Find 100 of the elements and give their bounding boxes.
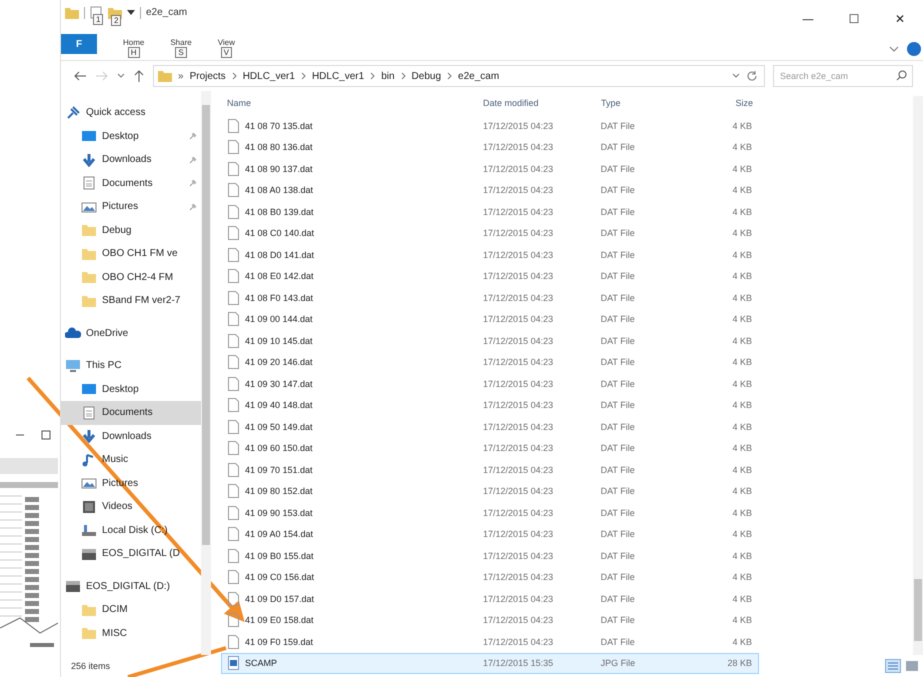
chevron-icon[interactable]	[447, 72, 452, 80]
nav-item[interactable]: Music	[61, 448, 201, 472]
file-row[interactable]: 41 09 20 146.dat 17/12/2015 04:23 DAT File 4 KB	[221, 352, 759, 373]
file-row[interactable]: 41 09 60 150.dat 17/12/2015 04:23 DAT File 4 KB	[221, 438, 759, 459]
file-row[interactable]: 41 09 D0 157.dat 17/12/2015 04:23 DAT File 4 KB	[221, 588, 759, 610]
table-cell-text: 4 KB	[731, 250, 753, 260]
file-row[interactable]: 41 08 70 135.dat 17/12/2015 04:23 DAT File 4 KB	[221, 115, 759, 136]
nav-item[interactable]: Pictures	[61, 195, 201, 218]
overflow-chevron[interactable]: »	[178, 70, 184, 82]
nav-item[interactable]: Documents	[61, 172, 201, 195]
close-button[interactable]: ✕	[877, 6, 923, 32]
file-row[interactable]: 41 09 E0 158.dat 17/12/2015 04:23 DAT File 4 KB	[221, 610, 759, 631]
chevron-icon[interactable]	[232, 72, 237, 80]
nav-item[interactable]: Downloads	[61, 424, 201, 448]
breadcrumb[interactable]: Debug	[412, 70, 442, 82]
ribbon-tab[interactable]: View	[218, 38, 235, 47]
keytip: 1	[93, 14, 104, 25]
file-icon	[228, 441, 239, 456]
file-row[interactable]: 41 09 00 144.dat 17/12/2015 04:23 DAT File 4 KB	[221, 308, 759, 330]
nav-item[interactable]: Debug	[61, 218, 201, 242]
breadcrumb[interactable]: HDLC_ver1	[312, 70, 364, 82]
file-row[interactable]: 41 08 B0 139.dat 17/12/2015 04:23 DAT File 4 KB	[221, 201, 759, 222]
nav-item[interactable]: DCIM	[61, 598, 201, 622]
table-cell-text: 4 KB	[731, 400, 753, 410]
file-row[interactable]: 41 08 E0 142.dat 17/12/2015 04:23 DAT File 4 KB	[221, 266, 759, 287]
file-row[interactable]: 41 09 B0 155.dat 17/12/2015 04:23 DAT File 4 KB	[221, 545, 759, 566]
chevron-icon[interactable]	[400, 72, 406, 80]
chevron-icon[interactable]	[370, 72, 376, 80]
table-cell-text: DAT File	[600, 636, 636, 647]
back-icon[interactable]	[73, 70, 87, 82]
folder-icon	[81, 602, 97, 617]
scrollbar[interactable]	[201, 91, 211, 655]
help-icon[interactable]	[907, 42, 921, 56]
file-row[interactable]: 41 08 F0 143.dat 17/12/2015 04:23 DAT File 4 KB	[221, 287, 759, 308]
maximize-button[interactable]: ☐	[831, 6, 877, 32]
file-row[interactable]: 41 08 C0 140.dat 17/12/2015 04:23 DAT File 4 KB	[221, 222, 759, 244]
file-row[interactable]: 41 08 D0 141.dat 17/12/2015 04:23 DAT File 4 KB	[221, 244, 759, 266]
details-view-icon[interactable]	[885, 659, 901, 673]
file-name: 41 08 E0 142.dat	[245, 271, 314, 282]
table-cell-text: DAT File	[600, 206, 636, 217]
nav-item[interactable]: OBO CH1 FM ve	[61, 242, 201, 266]
file-name: 41 08 A0 138.dat	[245, 185, 314, 196]
file-name: 41 09 90 153.dat	[245, 508, 313, 518]
nav-item[interactable]: Documents	[61, 401, 201, 424]
file-row[interactable]: 41 08 A0 138.dat 17/12/2015 04:23 DAT File 4 KB	[221, 180, 759, 201]
nav-item[interactable]: Videos	[61, 495, 201, 518]
scrollbar[interactable]	[913, 96, 923, 655]
table-cell-text: JPG File	[600, 658, 636, 668]
file-icon	[228, 527, 239, 542]
file-row[interactable]: 41 09 90 153.dat 17/12/2015 04:23 DAT File 4 KB	[221, 502, 759, 524]
nav-item[interactable]: MISC	[61, 622, 201, 645]
column-header[interactable]: Name	[221, 98, 483, 108]
file-row[interactable]: 41 09 40 148.dat 17/12/2015 04:23 DAT File 4 KB	[221, 394, 759, 416]
pin-icon	[65, 106, 81, 120]
file-icon	[228, 484, 239, 498]
computer-icon	[65, 358, 81, 373]
nav-item[interactable]: Quick access	[61, 101, 201, 124]
dropdown-icon[interactable]	[127, 10, 135, 16]
file-row[interactable]: 41 08 90 137.dat 17/12/2015 04:23 DAT File 4 KB	[221, 158, 759, 180]
drive-icon	[81, 546, 97, 561]
nav-item[interactable]: OBO CH2-4 FM	[61, 266, 201, 289]
folder-icon	[81, 223, 97, 238]
column-header[interactable]: Size	[691, 98, 759, 108]
nav-item[interactable]: This PC	[61, 354, 201, 378]
up-icon[interactable]	[133, 69, 145, 83]
ribbon-tab[interactable]: Home	[123, 38, 144, 47]
chevron-icon[interactable]	[300, 72, 306, 80]
file-row[interactable]: 41 09 C0 156.dat 17/12/2015 04:23 DAT File 4 KB	[221, 566, 759, 588]
breadcrumb[interactable]: Projects	[190, 70, 226, 82]
breadcrumb[interactable]: e2e_cam	[458, 70, 500, 82]
breadcrumb[interactable]: HDLC_ver1	[242, 70, 295, 82]
file-tab[interactable]: F	[61, 34, 97, 54]
file-row[interactable]: 41 09 50 149.dat 17/12/2015 04:23 DAT File 4 KB	[221, 416, 759, 438]
breadcrumb[interactable]: bin	[381, 70, 395, 82]
nav-item[interactable]: SBand FM ver2-7	[61, 289, 201, 312]
nav-item[interactable]: EOS_DIGITAL (D:)	[61, 574, 201, 598]
file-row[interactable]: 41 08 80 136.dat 17/12/2015 04:23 DAT File 4 KB	[221, 136, 759, 158]
nav-item[interactable]: EOS_DIGITAL (D	[61, 542, 201, 566]
ribbon-tab[interactable]: Share	[170, 38, 192, 47]
column-header[interactable]: Type	[601, 98, 691, 108]
expand-ribbon-icon[interactable]	[889, 46, 899, 52]
nav-item[interactable]: Downloads	[61, 148, 201, 172]
file-row[interactable]: 41 09 30 147.dat 17/12/2015 04:23 DAT File 4 KB	[221, 373, 759, 394]
nav-item[interactable]: OneDrive	[61, 322, 201, 345]
file-row[interactable]: 41 09 A0 154.dat 17/12/2015 04:23 DAT File 4 KB	[221, 524, 759, 545]
large-icons-view-icon[interactable]	[905, 659, 919, 673]
search-field[interactable]: Search e2e_cam	[773, 65, 913, 87]
file-row[interactable]: SCAMP 17/12/2015 15:35 JPG File 28 KB	[221, 652, 759, 674]
file-row[interactable]: 41 09 10 145.dat 17/12/2015 04:23 DAT File 4 KB	[221, 330, 759, 352]
minimize-button[interactable]: —	[785, 6, 831, 32]
nav-item[interactable]: Desktop	[61, 378, 201, 401]
file-row[interactable]: 41 09 80 152.dat 17/12/2015 04:23 DAT File 4 KB	[221, 480, 759, 502]
column-header[interactable]: Date modified	[483, 98, 601, 108]
address-bar[interactable]: » Projects HDLC_ver1 HDLC_ver1 bin Debug e2e_cam	[153, 65, 765, 87]
refresh-icon[interactable]	[746, 70, 758, 82]
file-name: 41 08 F0 143.dat	[245, 292, 314, 303]
recent-locations-icon[interactable]	[117, 73, 125, 79]
file-row[interactable]: 41 09 F0 159.dat 17/12/2015 04:23 DAT File 4 KB	[221, 631, 759, 652]
file-row[interactable]: 41 09 70 151.dat 17/12/2015 04:23 DAT File 4 KB	[221, 459, 759, 480]
nav-item[interactable]: Desktop	[61, 124, 201, 148]
